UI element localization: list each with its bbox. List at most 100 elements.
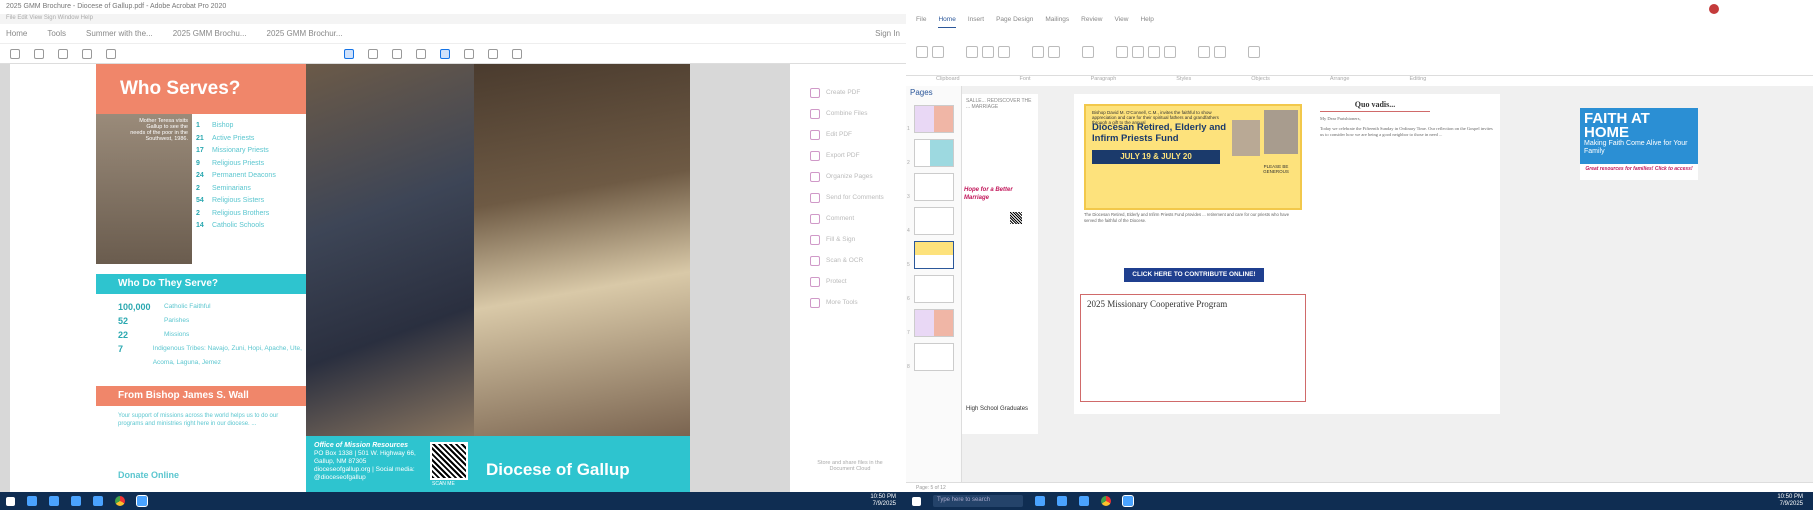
print-icon[interactable] [58,48,68,59]
quo-vadis-column[interactable]: Quo vadis... My Dear Parishioners, Today… [1320,100,1494,138]
tab-mailings[interactable]: Mailings [1045,16,1069,28]
fund-title: Diocesan Retired, Elderly and Infirm Pri… [1092,122,1227,144]
tab-review[interactable]: Review [1081,16,1102,28]
italic-icon[interactable] [982,45,994,58]
bullets-icon[interactable] [1048,45,1060,58]
page-thumbnail[interactable]: 6 [907,275,954,303]
publisher-icon[interactable] [1122,495,1134,507]
file-explorer-icon[interactable] [1035,496,1045,506]
font-group [966,45,1010,58]
bring-forward-icon[interactable] [1214,45,1226,58]
hand-tool-icon[interactable] [368,48,378,59]
wrap-icon[interactable] [1198,45,1210,58]
tool-protect[interactable]: Protect [790,271,906,292]
tab-doc-2[interactable]: 2025 GMM Brochu... [173,29,247,38]
page-thumbnail[interactable]: 8 [907,343,954,371]
tab-page-design[interactable]: Page Design [996,16,1033,28]
word-icon[interactable] [93,496,103,506]
tab-file[interactable]: File [916,16,926,28]
mcp-box[interactable]: 2025 Missionary Cooperative Program [1080,294,1306,402]
email-icon[interactable] [82,48,92,59]
outlook-icon[interactable] [71,496,81,506]
shapes-icon[interactable] [1164,45,1176,58]
select-tool-icon[interactable] [344,48,354,59]
quo-vadis-body: Today we celebrate the Fifteenth Sunday … [1320,126,1493,137]
tool-organize-pages[interactable]: Organize Pages [790,166,906,187]
highlight-icon[interactable] [488,48,498,59]
page-thumbnail[interactable]: 2 [907,139,954,167]
taskbar-search-input[interactable]: Type here to search [933,495,1023,507]
picture-icon[interactable] [1132,45,1144,58]
tool-fill-sign[interactable]: Fill & Sign [790,229,906,250]
diocese-title: Diocese of Gallup [486,460,630,479]
zoom-in-icon[interactable] [416,48,426,59]
tab-help[interactable]: Help [1140,16,1153,28]
tab-insert[interactable]: Insert [968,16,984,28]
tool-send-comments[interactable]: Send for Comments [790,187,906,208]
upload-icon[interactable] [34,48,44,59]
taskbar-clock[interactable]: 10:50 PM 7/9/2025 [1777,494,1813,508]
cut-icon[interactable] [932,45,944,58]
tab-view[interactable]: View [1114,16,1128,28]
chrome-icon[interactable] [1101,496,1111,506]
text-box-icon[interactable] [1116,45,1128,58]
tab-home[interactable]: Home [938,16,956,28]
faith-at-home-ad[interactable]: FAITH AT HOME Making Faith Come Alive fo… [1580,108,1698,180]
priests-fund-ad[interactable]: Bishop David M. O'Connell, C.M., invites… [1084,104,1302,210]
tool-edit-pdf[interactable]: Edit PDF [790,124,906,145]
file-explorer-icon[interactable] [49,496,59,506]
chrome-icon[interactable] [115,496,125,506]
sign-icon[interactable] [512,48,522,59]
table-icon[interactable] [1148,45,1160,58]
arrange-group [1198,45,1226,58]
acrobat-icon[interactable] [136,495,148,507]
windows-start-icon[interactable] [912,496,921,506]
tool-export-pdf[interactable]: Export PDF [790,145,906,166]
sign-in-link[interactable]: Sign In [875,29,900,38]
tool-comment[interactable]: Comment [790,208,906,229]
avatar[interactable] [1709,4,1719,14]
page-thumbnail[interactable]: 5 [907,241,954,269]
tab-doc-1[interactable]: Summer with the... [86,29,153,38]
scan-icon [810,255,820,266]
tab-tools[interactable]: Tools [47,29,66,38]
save-icon[interactable] [10,48,20,59]
contribute-online-button[interactable]: CLICK HERE TO CONTRIBUTE ONLINE! [1124,268,1264,282]
styles-icon[interactable] [1082,45,1094,58]
word-icon[interactable] [1079,496,1089,506]
donate-online-link[interactable]: Donate Online [118,470,179,480]
find-icon[interactable] [1248,45,1260,58]
zoom-out-icon[interactable] [392,48,402,59]
search-icon[interactable] [27,496,37,506]
tool-scan-ocr[interactable]: Scan & OCR [790,250,906,271]
comment-icon[interactable] [464,48,474,59]
faith-resources-link[interactable]: Great resources for families! Click to a… [1580,166,1698,172]
bold-icon[interactable] [966,45,978,58]
tool-more-tools[interactable]: More Tools [790,292,906,313]
tool-create-pdf[interactable]: Create PDF [790,82,906,103]
page-thumbnail[interactable]: 7 [907,309,954,337]
faith-banner: FAITH AT HOME Making Faith Come Alive fo… [1580,108,1698,164]
font-color-icon[interactable] [998,45,1010,58]
brochure-page: Who Serves? Mother Teresa visits Gallup … [10,64,690,492]
outlook-icon[interactable] [1057,496,1067,506]
they-serve-heading: Who Do They Serve? [96,274,306,294]
windows-start-icon[interactable] [6,496,15,506]
tab-home[interactable]: Home [6,29,27,38]
page-thumbnail[interactable]: 1 [907,105,954,133]
tab-doc-3[interactable]: 2025 GMM Brochur... [267,29,343,38]
fit-page-icon[interactable] [440,48,450,59]
pages-panel: Pages 1 2 3 4 5 6 7 8 [906,86,962,496]
page-thumbnail[interactable]: 4 [907,207,954,235]
search-icon[interactable] [106,48,116,59]
align-left-icon[interactable] [1032,45,1044,58]
document-area[interactable]: Who Serves? Mother Teresa visits Gallup … [0,64,790,492]
tool-combine-files[interactable]: Combine Files [790,103,906,124]
page-thumbnail[interactable]: 3 [907,173,954,201]
publisher-canvas[interactable]: SALLE... REDISCOVER THE ... MARRIAGE Hop… [962,86,1813,496]
window-title: 2025 GMM Brochure - Diocese of Gallup.pd… [0,0,906,14]
paste-icon[interactable] [916,45,928,58]
menu-bar[interactable]: File Edit View Sign Window Help [0,14,906,24]
create-pdf-icon [810,87,820,98]
taskbar-clock[interactable]: 10:50 PM 7/9/2025 [870,494,906,508]
